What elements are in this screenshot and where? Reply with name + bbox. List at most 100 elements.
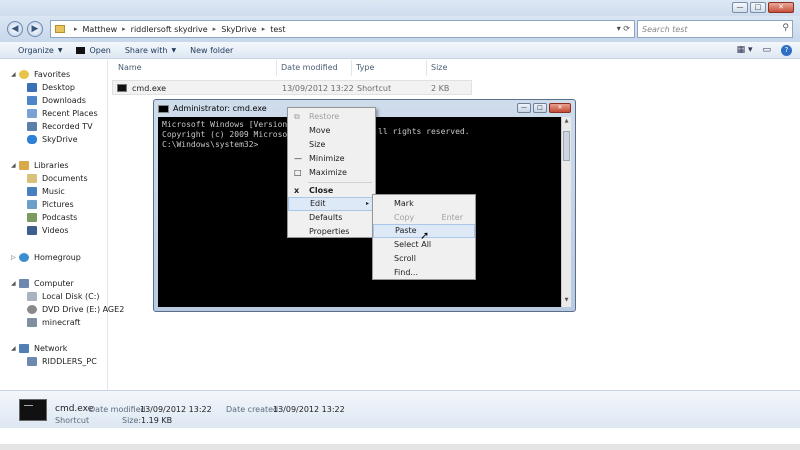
menu-item-defaults[interactable]: Defaults [288, 211, 375, 225]
menu-item-scroll[interactable]: Scroll [373, 252, 475, 266]
expand-arrow-icon[interactable]: ▷ [11, 254, 16, 261]
network-drive-icon [27, 317, 37, 327]
nav-item-skydrive[interactable]: SkyDrive [0, 133, 78, 145]
nav-item-local-disk[interactable]: Local Disk (C:) [0, 290, 100, 302]
menu-item-minimize[interactable]: — Minimize [288, 152, 375, 166]
close-icon: x [294, 186, 300, 195]
menu-item-restore[interactable]: ⧉ Restore [288, 110, 375, 124]
search-placeholder: Search test [642, 25, 688, 34]
open-button[interactable]: Open [76, 46, 111, 55]
nav-item-downloads[interactable]: Downloads [0, 94, 86, 106]
details-date-created: 13/09/2012 13:22 [273, 405, 345, 414]
cmd-system-icon[interactable] [158, 104, 169, 113]
cmd-title-bar[interactable]: Administrator: cmd.exe [158, 104, 267, 113]
chevron-right-icon: ▸ [74, 25, 78, 33]
menu-item-close[interactable]: x Close [288, 184, 375, 198]
nav-item-pictures[interactable]: Pictures [0, 198, 74, 210]
cmd-maximize-button[interactable]: □ [533, 103, 547, 113]
cmd-minimize-button[interactable]: — [517, 103, 531, 113]
nav-item-recorded-tv[interactable]: Recorded TV [0, 120, 93, 132]
menu-label: Minimize [309, 154, 345, 163]
minimize-button[interactable]: — [732, 2, 748, 13]
nav-item-documents[interactable]: Documents [0, 172, 88, 184]
organize-button[interactable]: Organize ▼ [18, 46, 62, 55]
menu-label: Maximize [309, 168, 347, 177]
nav-item-recent-places[interactable]: Recent Places [0, 107, 98, 119]
file-row[interactable]: cmd.exe 13/09/2012 13:22 Shortcut 2 KB [112, 80, 472, 95]
search-icon[interactable]: ⚲ [782, 23, 789, 33]
column-divider[interactable] [426, 60, 427, 76]
nav-item-videos[interactable]: Videos [0, 224, 69, 236]
scroll-down-icon[interactable]: ▼ [562, 297, 571, 306]
title-bar: — □ ✕ [0, 0, 800, 16]
nav-label: DVD Drive (E:) AGE2 [42, 304, 125, 314]
menu-label: Defaults [309, 213, 343, 222]
view-icon[interactable]: ▦ ▾ [737, 45, 753, 56]
file-type: Shortcut [357, 84, 392, 93]
nav-item-podcasts[interactable]: Podcasts [0, 211, 77, 223]
share-with-label: Share with [124, 45, 168, 55]
menu-item-maximize[interactable]: □ Maximize [288, 166, 375, 180]
expand-arrow-icon[interactable]: ◢ [11, 345, 16, 352]
column-divider[interactable] [276, 60, 277, 76]
cmd-scrollbar[interactable]: ▲ ▼ [561, 117, 571, 307]
horizontal-scrollbar[interactable] [0, 444, 800, 450]
details-size-label: Size: [122, 416, 142, 425]
help-icon[interactable]: ? [781, 45, 792, 56]
nav-item-riddlers-pc[interactable]: RIDDLERS_PC [0, 355, 97, 367]
chevron-right-icon: ▸ [212, 25, 217, 33]
breadcrumb-item[interactable]: SkyDrive [221, 25, 257, 34]
scroll-thumb[interactable] [563, 131, 570, 161]
chevron-right-icon: ▸ [122, 25, 126, 33]
menu-item-mark[interactable]: Mark [373, 197, 475, 211]
column-header-name[interactable]: Name [118, 63, 142, 72]
expand-arrow-icon[interactable]: ◢ [11, 162, 16, 169]
search-input[interactable]: Search test ⚲ [637, 20, 793, 38]
cmd-close-button[interactable]: ✕ [549, 103, 571, 113]
address-bar[interactable]: ▸ Matthew ▸ riddlersoft skydrive ▸ SkyDr… [50, 20, 635, 38]
column-header-size[interactable]: Size [431, 63, 447, 72]
forward-icon[interactable]: ▶ [27, 21, 43, 37]
nav-favorites[interactable]: ◢ Favorites [0, 68, 70, 80]
scroll-up-icon[interactable]: ▲ [562, 118, 571, 127]
nav-item-music[interactable]: Music [0, 185, 65, 197]
refresh-icon[interactable]: ▾ ⟳ [617, 24, 630, 33]
menu-item-find[interactable]: Find... [373, 266, 475, 280]
new-folder-button[interactable]: New folder [190, 46, 233, 55]
menu-item-move[interactable]: Move [288, 124, 375, 138]
share-with-button[interactable]: Share with ▼ [125, 46, 176, 55]
skydrive-icon [27, 134, 37, 144]
toolbar-right: ▦ ▾ ▭ ? [737, 45, 792, 56]
nav-label: Recent Places [42, 108, 98, 118]
downloads-icon [27, 95, 37, 105]
preview-pane-icon[interactable]: ▭ [762, 45, 771, 56]
menu-item-properties[interactable]: Properties [288, 225, 375, 239]
expand-arrow-icon[interactable]: ◢ [11, 280, 16, 287]
maximize-button[interactable]: □ [750, 2, 766, 13]
menu-item-edit[interactable]: Edit ▸ [288, 197, 375, 211]
nav-label: Libraries [34, 160, 69, 170]
nav-homegroup[interactable]: ▷ Homegroup [0, 251, 81, 263]
back-icon[interactable]: ◀ [7, 21, 23, 37]
nav-libraries[interactable]: ◢ Libraries [0, 159, 69, 171]
nav-item-minecraft[interactable]: minecraft [0, 316, 80, 328]
menu-item-size[interactable]: Size [288, 138, 375, 152]
column-header-date[interactable]: Date modified [281, 63, 338, 72]
nav-network[interactable]: ◢ Network [0, 342, 67, 354]
file-date: 13/09/2012 13:22 [282, 84, 354, 93]
breadcrumb-item[interactable]: riddlersoft skydrive [131, 25, 208, 34]
expand-arrow-icon[interactable]: ◢ [11, 71, 16, 78]
cmd-small-icon [76, 46, 86, 54]
breadcrumb-item[interactable]: Matthew [83, 25, 118, 34]
recent-places-icon [27, 108, 37, 118]
menu-item-copy[interactable]: Copy Enter [373, 211, 475, 225]
close-button[interactable]: ✕ [768, 2, 794, 13]
column-header-type[interactable]: Type [356, 63, 374, 72]
nav-item-desktop[interactable]: Desktop [0, 81, 75, 93]
file-size: 2 KB [431, 84, 450, 93]
breadcrumb-item[interactable]: test [270, 25, 285, 34]
nav-item-dvd-drive[interactable]: DVD Drive (E:) AGE2 [0, 303, 124, 315]
chevron-right-icon: ▸ [261, 25, 266, 33]
nav-computer[interactable]: ◢ Computer [0, 277, 74, 289]
column-divider[interactable] [351, 60, 352, 76]
